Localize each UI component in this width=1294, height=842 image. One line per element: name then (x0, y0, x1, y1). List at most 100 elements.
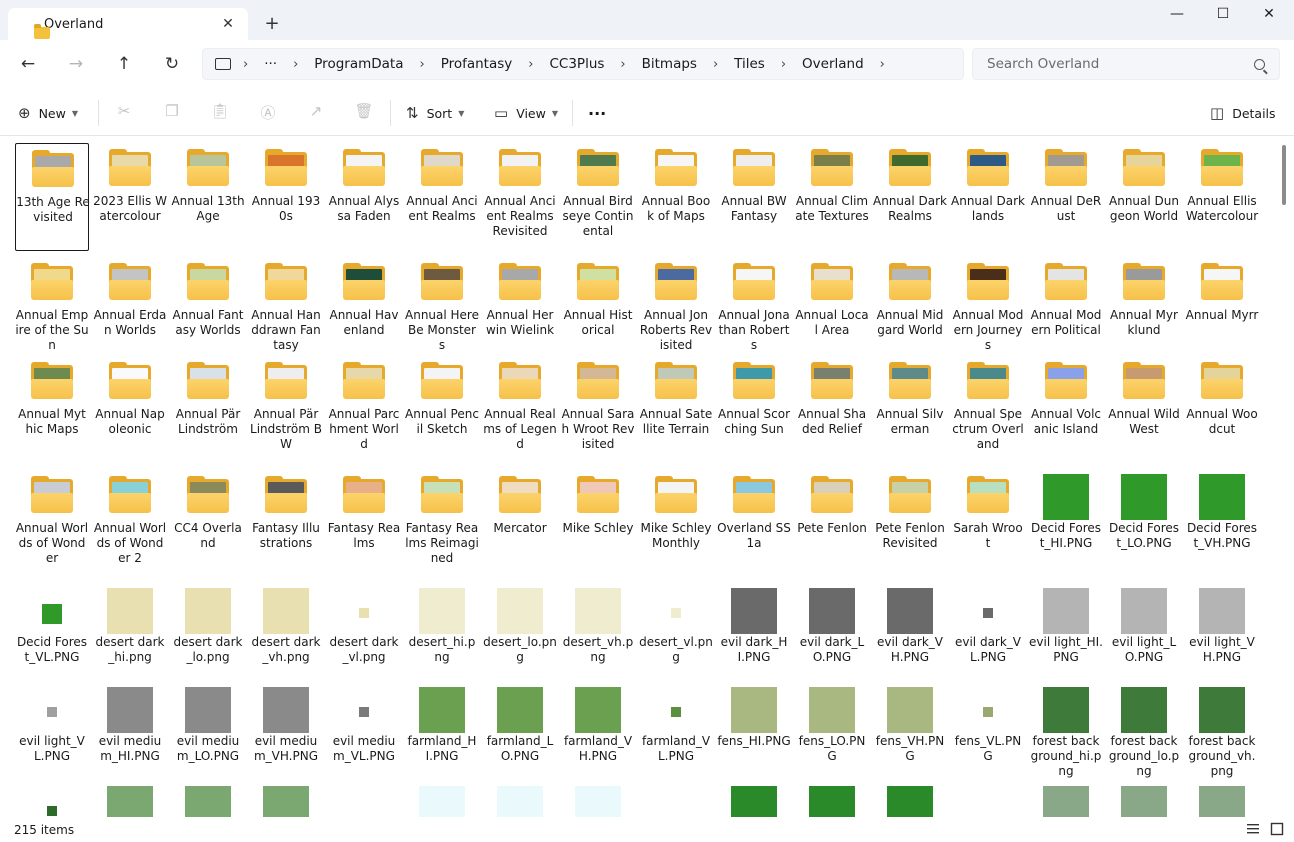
folder-item[interactable]: Annual Alyssa Faden (327, 143, 401, 251)
folder-item[interactable]: 13th Age Revisited (15, 143, 90, 251)
file-item[interactable]: fens_VL.PNG (951, 683, 1025, 776)
folder-item[interactable]: Mercator (483, 470, 557, 578)
new-tab-button[interactable]: + (262, 13, 282, 34)
folder-item[interactable]: Annual Shaded Relief (795, 356, 869, 464)
folder-item[interactable]: Annual Jon Roberts Revisited (639, 257, 713, 352)
file-item[interactable] (171, 782, 245, 817)
file-item[interactable]: desert dark_vh.png (249, 584, 323, 677)
cut-icon[interactable]: ✂ (112, 102, 136, 124)
folder-item[interactable]: Annual Fantasy Worlds (171, 257, 245, 350)
folder-item[interactable]: Annual Volcanic Island (1029, 356, 1103, 464)
new-button[interactable]: ⊕ New ▼ (18, 102, 78, 124)
file-item[interactable]: forest background_lo.png (1107, 683, 1181, 778)
file-item[interactable] (483, 782, 557, 817)
sort-button[interactable]: ⇅ Sort ▼ (406, 102, 464, 124)
folder-item[interactable]: Annual DeRust (1029, 143, 1103, 251)
folder-item[interactable]: Fantasy Realms (327, 470, 401, 578)
breadcrumb-tiles[interactable]: Tiles (726, 56, 773, 72)
file-item[interactable]: desert dark_hi.png (93, 584, 167, 677)
file-item[interactable] (15, 782, 89, 817)
folder-item[interactable]: Fantasy Illustrations (249, 470, 323, 578)
file-item[interactable] (717, 782, 791, 817)
breadcrumb-more[interactable]: ··· (256, 56, 285, 72)
folder-item[interactable]: Annual Birdseye Continental (561, 143, 635, 251)
more-options-button[interactable]: ··· (588, 102, 606, 124)
folder-item[interactable]: Annual Local Area (795, 257, 869, 350)
rename-icon[interactable]: Ⓐ (256, 102, 280, 124)
paste-icon[interactable]: 📋︎ (208, 102, 232, 124)
folder-item[interactable]: Annual BW Fantasy (717, 143, 791, 251)
folder-item[interactable]: Annual Modern Journeys (951, 257, 1025, 352)
folder-item[interactable]: Fantasy Realms Reimagined (405, 470, 479, 578)
file-item[interactable]: desert_vl.png (639, 584, 713, 677)
file-item[interactable] (1029, 782, 1103, 817)
folder-item[interactable]: Annual Sarah Wroot Revisited (561, 356, 635, 464)
file-item[interactable]: Decid Forest_VH.PNG (1185, 470, 1259, 578)
file-item[interactable]: Decid Forest_LO.PNG (1107, 470, 1181, 578)
details-button[interactable]: ◫ Details (1210, 102, 1276, 124)
scrollbar-thumb[interactable] (1282, 145, 1286, 205)
copy-icon[interactable]: ❐ (160, 102, 184, 124)
file-item[interactable]: Decid Forest_VL.PNG (15, 584, 89, 677)
file-item[interactable] (561, 782, 635, 817)
file-item[interactable]: desert_lo.png (483, 584, 557, 677)
folder-item[interactable]: Annual Spectrum Overland (951, 356, 1025, 464)
folder-item[interactable]: Annual Darklands (951, 143, 1025, 251)
folder-item[interactable]: Annual Parchment World (327, 356, 401, 464)
file-item[interactable]: farmland_VH.PNG (561, 683, 635, 776)
folder-item[interactable]: Annual Myrr (1185, 257, 1259, 350)
file-item[interactable]: evil dark_HI.PNG (717, 584, 791, 677)
file-item[interactable]: evil dark_LO.PNG (795, 584, 869, 677)
file-item[interactable] (1185, 782, 1259, 817)
back-button[interactable]: ← (16, 54, 40, 74)
folder-item[interactable]: Annual Havenland (327, 257, 401, 350)
maximize-button[interactable]: ☐ (1200, 6, 1246, 26)
file-item[interactable]: desert dark_vl.png (327, 584, 401, 677)
file-item[interactable] (249, 782, 323, 817)
folder-item[interactable]: Annual Woodcut (1185, 356, 1259, 464)
file-item[interactable]: evil medium_VL.PNG (327, 683, 401, 776)
folder-item[interactable]: Annual Realms of Legend (483, 356, 557, 464)
folder-item[interactable]: Annual Satellite Terrain (639, 356, 713, 464)
folder-item[interactable]: Mike Schley Monthly (639, 470, 713, 578)
folder-item[interactable]: Annual Empire of the Sun (15, 257, 89, 352)
file-item[interactable]: desert_hi.png (405, 584, 479, 677)
folder-item[interactable]: Annual 13thAge (171, 143, 245, 251)
details-view-icon[interactable] (1246, 822, 1260, 836)
folder-item[interactable]: Annual Historical (561, 257, 635, 350)
file-item[interactable] (93, 782, 167, 817)
file-item[interactable] (795, 782, 869, 817)
file-item[interactable]: Decid Forest_HI.PNG (1029, 470, 1103, 578)
folder-item[interactable]: Mike Schley (561, 470, 635, 578)
breadcrumb-separator[interactable]: › (872, 57, 893, 72)
folder-item[interactable]: Annual Handdrawn Fantasy (249, 257, 323, 352)
folder-item[interactable]: Annual 1930s (249, 143, 323, 251)
folder-item[interactable]: Annual Scorching Sun (717, 356, 791, 464)
file-item[interactable]: farmland_VL.PNG (639, 683, 713, 776)
breadcrumb-cc3plus[interactable]: CC3Plus (541, 56, 612, 72)
refresh-button[interactable]: ↻ (160, 54, 184, 74)
up-button[interactable]: ↑ (112, 54, 136, 74)
folder-item[interactable]: Annual Silverman (873, 356, 947, 464)
folder-item[interactable]: Annual Midgard World (873, 257, 947, 350)
search-input[interactable]: Search Overland (987, 56, 1099, 72)
folder-item[interactable]: Annual Book of Maps (639, 143, 713, 251)
search-box[interactable]: Search Overland (972, 48, 1280, 80)
address-bar[interactable]: › ··· › ProgramData › Profantasy › CC3Pl… (202, 48, 964, 80)
file-item[interactable]: evil light_HI.PNG (1029, 584, 1103, 677)
folder-item[interactable]: Annual Worlds of Wonder 2 (93, 470, 167, 578)
file-item[interactable]: farmland_HI.PNG (405, 683, 479, 776)
file-item[interactable]: evil light_VL.PNG (15, 683, 89, 776)
folder-item[interactable]: Annual Dark Realms (873, 143, 947, 251)
folder-item[interactable]: Annual Napoleonic (93, 356, 167, 464)
folder-item[interactable]: Overland SS1a (717, 470, 791, 578)
folder-item[interactable]: Annual Pär Lindström (171, 356, 245, 464)
folder-item[interactable]: Annual Pär Lindström BW (249, 356, 323, 464)
folder-item[interactable]: Annual Ancient Realms Revisited (483, 143, 557, 251)
folder-item[interactable]: Annual Pencil Sketch (405, 356, 479, 464)
folder-item[interactable]: 2023 Ellis Watercolour (93, 143, 167, 251)
file-item[interactable]: forest background_vh.png (1185, 683, 1259, 778)
folder-item[interactable]: Annual Worlds of Wonder (15, 470, 89, 578)
breadcrumb-profantasy[interactable]: Profantasy (433, 56, 521, 72)
folder-item[interactable]: Annual Myrklund (1107, 257, 1181, 350)
